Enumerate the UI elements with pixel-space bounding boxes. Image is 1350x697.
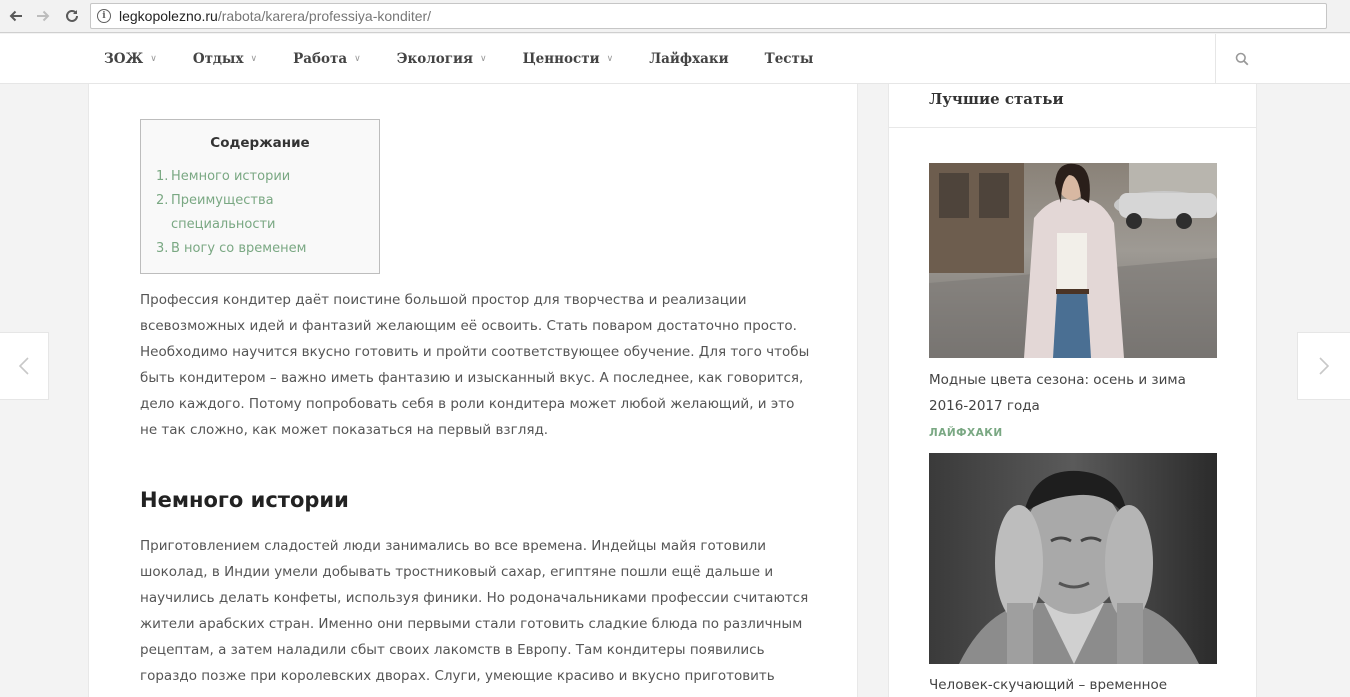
article: Содержание 1. Немного истории 2. Преимущес… bbox=[88, 84, 858, 697]
menu-item-ekologiya[interactable]: Экология ∨ bbox=[397, 51, 487, 67]
toc-item-link[interactable]: Немного истории bbox=[171, 165, 331, 189]
reload-button[interactable] bbox=[61, 5, 83, 27]
menu-item-label: ЗОЖ bbox=[104, 51, 144, 67]
toc-item-number: 1. bbox=[156, 169, 169, 184]
category-link[interactable]: ЛАЙФХАКИ bbox=[929, 427, 1003, 439]
address-bar[interactable]: i legkopolezno.ru/rabota/karera/professi… bbox=[90, 3, 1327, 29]
fashion-photo bbox=[929, 163, 1217, 358]
menu-item-label: Тесты bbox=[764, 51, 814, 67]
url-domain: legkopolezno.ru bbox=[119, 8, 218, 24]
toc-item-link[interactable]: В ногу со временем bbox=[171, 237, 331, 261]
menu-item-tsennosti[interactable]: Ценности ∨ bbox=[523, 51, 614, 67]
chevron-left-icon bbox=[18, 357, 29, 375]
menu-item-label: Отдых bbox=[192, 51, 244, 67]
forward-button[interactable] bbox=[32, 5, 54, 27]
section-heading: Немного истории bbox=[140, 488, 349, 512]
table-of-contents: Содержание 1. Немного истории 2. Преимущес… bbox=[140, 119, 380, 274]
url-path: /rabota/karera/professiya-konditer/ bbox=[217, 8, 432, 24]
search-button[interactable] bbox=[1215, 34, 1267, 84]
sidebar: Лучшие статьи Модные цвета сезона: осень… bbox=[888, 84, 1257, 697]
menu-item-label: Ценности bbox=[522, 51, 600, 67]
intro-paragraph: Профессия кондитер даёт поистине большой… bbox=[140, 292, 810, 438]
arrow-left-icon bbox=[9, 10, 22, 22]
history-paragraph: Приготовлением сладостей люди занимались… bbox=[140, 538, 809, 697]
arrow-right-icon bbox=[37, 10, 50, 22]
chevron-right-icon bbox=[1319, 357, 1330, 375]
menu-item-testy[interactable]: Тесты bbox=[765, 51, 814, 67]
article-card-title[interactable]: Человек-скучающий – временное bbox=[929, 672, 1219, 697]
menu-item-layfhaki[interactable]: Лайфхаки bbox=[649, 51, 728, 67]
chevron-down-icon: ∨ bbox=[250, 54, 258, 64]
menu-item-label: Лайфхаки bbox=[649, 51, 729, 67]
chevron-down-icon: ∨ bbox=[150, 54, 157, 64]
search-icon bbox=[1235, 52, 1248, 66]
site-header: ЗОЖ ∨ Отдых ∨ Работа ∨ Экология ∨ Ценности ∨ … bbox=[0, 34, 1350, 84]
toc-item[interactable]: 3. В ногу со временем bbox=[156, 237, 379, 261]
menu-item-label: Экология bbox=[396, 51, 474, 67]
reload-icon bbox=[66, 9, 78, 22]
info-icon[interactable]: i bbox=[97, 9, 111, 23]
toc-list: 1. Немного истории 2. Преимущества специал… bbox=[141, 165, 379, 261]
next-post-button[interactable] bbox=[1297, 332, 1350, 400]
sidebar-title: Лучшие статьи bbox=[929, 90, 1064, 108]
menu-item-label: Работа bbox=[293, 51, 348, 67]
article-thumbnail-fashion[interactable] bbox=[929, 163, 1217, 358]
article-thumbnail-bored[interactable] bbox=[929, 453, 1217, 664]
toc-item-number: 3. bbox=[156, 241, 169, 256]
toc-item[interactable]: 1. Немного истории bbox=[156, 165, 379, 189]
bored-man-photo bbox=[929, 453, 1217, 664]
toc-title: Содержание bbox=[210, 135, 310, 151]
chevron-down-icon: ∨ bbox=[354, 54, 361, 64]
divider bbox=[889, 127, 1256, 128]
main-menu: ЗОЖ ∨ Отдых ∨ Работа ∨ Экология ∨ Ценности ∨ … bbox=[104, 34, 849, 84]
menu-item-rabota[interactable]: Работа ∨ bbox=[293, 51, 361, 67]
toc-item[interactable]: 2. Преимущества специальности bbox=[156, 189, 379, 237]
menu-item-zozh[interactable]: ЗОЖ ∨ bbox=[104, 51, 157, 67]
menu-item-otdyh[interactable]: Отдых ∨ bbox=[193, 51, 257, 67]
toc-item-link[interactable]: Преимущества специальности bbox=[171, 189, 331, 237]
chevron-down-icon: ∨ bbox=[480, 54, 487, 64]
browser-toolbar: i legkopolezno.ru/rabota/karera/professi… bbox=[0, 0, 1350, 33]
back-button[interactable] bbox=[5, 5, 27, 27]
article-card-title[interactable]: Модные цвета сезона: осень и зима 2016-2… bbox=[929, 367, 1219, 419]
chevron-down-icon: ∨ bbox=[606, 54, 614, 64]
prev-post-button[interactable] bbox=[0, 332, 49, 400]
toc-item-number: 2. bbox=[156, 193, 169, 208]
